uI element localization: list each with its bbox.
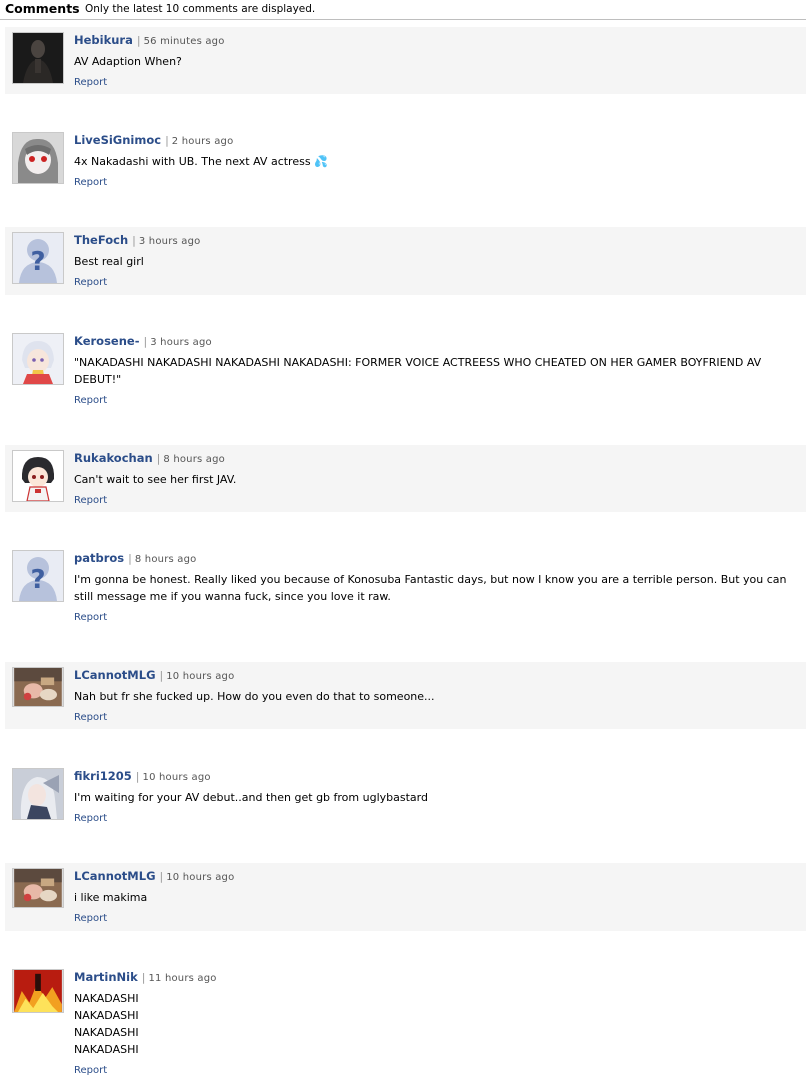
comment-item: Rukakochan | 8 hours ago Can't wait to see… <box>5 445 806 512</box>
comment-item: Kerosene- | 3 hours ago "NAKADASHI NAKADAS… <box>5 328 806 412</box>
comment-line: NAKADASHI <box>74 1043 139 1056</box>
comment-meta: LCannotMLG | 10 hours ago <box>74 668 800 684</box>
food-scene-avatar[interactable] <box>12 667 64 707</box>
comment-meta: Rukakochan | 8 hours ago <box>74 451 800 467</box>
svg-text:?: ? <box>30 565 45 595</box>
red-fire-scene-avatar[interactable] <box>12 969 64 1013</box>
comment-time: 10 hours ago <box>166 671 235 682</box>
meta-separator: | <box>128 552 132 565</box>
comment-time: 3 hours ago <box>150 337 212 348</box>
meta-separator: | <box>135 770 140 783</box>
comment-text: AV Adaption When? <box>74 53 800 70</box>
username-link[interactable]: LCannotMLG <box>74 869 156 883</box>
comment-time: 56 minutes ago <box>143 36 225 47</box>
meta-separator: | <box>132 234 136 247</box>
comments-header: Comments Only the latest 10 comments are… <box>0 0 806 20</box>
username-link[interactable]: fikri1205 <box>74 769 132 783</box>
comment-item: fikri1205 | 10 hours ago I'm waiting for y… <box>5 763 806 830</box>
comment-line: AV Adaption When? <box>74 55 182 68</box>
report-link[interactable]: Report <box>74 612 107 623</box>
report-link[interactable]: Report <box>74 495 107 506</box>
comment-meta: fikri1205 | 10 hours ago <box>74 769 800 785</box>
comment-line: Can't wait to see her first JAV. <box>74 473 237 486</box>
comment-line: 4x Nakadashi with UB. The next AV actres… <box>74 155 328 168</box>
meta-separator: | <box>143 335 148 348</box>
comment-time: 8 hours ago <box>163 454 226 465</box>
comment-text: I'm gonna be honest. Really liked you be… <box>74 571 800 605</box>
comment-line: NAKADASHI <box>74 1009 139 1022</box>
username-link[interactable]: MartinNik <box>74 970 138 984</box>
username-link[interactable]: TheFoch <box>74 233 128 247</box>
comment-text: 4x Nakadashi with UB. The next AV actres… <box>74 153 800 170</box>
comment-item: ? patbros | 8 hours ago I'm gonna be hones… <box>5 545 806 629</box>
comment-text: NAKADASHI NAKADASHI NAKADASHI NAKADASHI <box>74 990 800 1058</box>
comment-meta: Hebikura | 56 minutes ago <box>74 33 800 49</box>
comment-time: 10 hours ago <box>166 872 235 883</box>
comment-item: Hebikura | 56 minutes ago AV Adaption When… <box>5 27 806 94</box>
default-question-avatar[interactable]: ? <box>12 550 64 602</box>
meta-separator: | <box>156 452 161 465</box>
comment-line: Best real girl <box>74 255 144 268</box>
comments-note: Only the latest 10 comments are displaye… <box>85 3 316 15</box>
report-link[interactable]: Report <box>74 1065 107 1076</box>
comment-text: I'm waiting for your AV debut..and then … <box>74 789 800 806</box>
report-link[interactable]: Report <box>74 813 107 824</box>
comment-meta: TheFoch | 3 hours ago <box>74 233 800 249</box>
meta-separator: | <box>141 971 146 984</box>
report-link[interactable]: Report <box>74 177 107 188</box>
comment-time: 11 hours ago <box>148 973 217 984</box>
comment-text: "NAKADASHI NAKADASHI NAKADASHI NAKADASHI… <box>74 354 800 388</box>
comment-text: Best real girl <box>74 253 800 270</box>
meta-separator: | <box>136 34 141 47</box>
username-link[interactable]: patbros <box>74 551 124 565</box>
comment-text: Can't wait to see her first JAV. <box>74 471 800 488</box>
report-link[interactable]: Report <box>74 277 107 288</box>
svg-text:?: ? <box>30 247 45 277</box>
food-scene-avatar[interactable] <box>12 868 64 908</box>
username-link[interactable]: Rukakochan <box>74 451 153 465</box>
chibi-girl-avatar[interactable] <box>12 450 64 502</box>
comment-meta: Kerosene- | 3 hours ago <box>74 334 800 350</box>
comment-line: I'm gonna be honest. Really liked you be… <box>74 573 787 603</box>
anime-white-hair-avatar[interactable] <box>12 333 64 385</box>
silver-hair-avatar[interactable] <box>12 768 64 820</box>
report-link[interactable]: Report <box>74 395 107 406</box>
report-link[interactable]: Report <box>74 712 107 723</box>
comment-line: i like makima <box>74 891 148 904</box>
comment-line: I'm waiting for your AV debut..and then … <box>74 791 428 804</box>
comment-item: LCannotMLG | 10 hours ago i like makima Re… <box>5 863 806 931</box>
anime-girl-red-eyes-avatar[interactable] <box>12 132 64 184</box>
default-question-avatar[interactable]: ? <box>12 232 64 284</box>
comment-line: NAKADASHI <box>74 992 139 1005</box>
comment-time: 3 hours ago <box>138 236 201 247</box>
comment-time: 2 hours ago <box>171 136 234 147</box>
comment-time: 8 hours ago <box>134 554 197 565</box>
report-link[interactable]: Report <box>74 913 107 924</box>
meta-separator: | <box>159 669 164 682</box>
comment-meta: LiveSiGnimoc | 2 hours ago <box>74 133 800 149</box>
comment-meta: patbros | 8 hours ago <box>74 551 800 567</box>
comment-time: 10 hours ago <box>142 772 211 783</box>
dark-figure-avatar[interactable] <box>12 32 64 84</box>
username-link[interactable]: LiveSiGnimoc <box>74 133 161 147</box>
comment-meta: MartinNik | 11 hours ago <box>74 970 800 986</box>
comment-line: "NAKADASHI NAKADASHI NAKADASHI NAKADASHI… <box>74 356 762 386</box>
comment-text: Nah but fr she fucked up. How do you eve… <box>74 688 800 705</box>
comment-item: LCannotMLG | 10 hours ago Nah but fr she f… <box>5 662 806 729</box>
meta-separator: | <box>165 134 169 147</box>
meta-separator: | <box>159 870 164 883</box>
comment-meta: LCannotMLG | 10 hours ago <box>74 869 800 885</box>
report-link[interactable]: Report <box>74 77 107 88</box>
comment-item: LiveSiGnimoc | 2 hours ago 4x Nakadashi wi… <box>5 127 806 194</box>
comment-line: Nah but fr she fucked up. How do you eve… <box>74 690 435 703</box>
comment-item: ? TheFoch | 3 hours ago Best real girl Rep… <box>5 227 806 295</box>
comment-text: i like makima <box>74 889 800 906</box>
comments-title: Comments <box>5 1 80 16</box>
username-link[interactable]: Hebikura <box>74 33 133 47</box>
comment-item: MartinNik | 11 hours ago NAKADASHI NAKADAS… <box>5 964 806 1082</box>
username-link[interactable]: Kerosene- <box>74 334 140 348</box>
username-link[interactable]: LCannotMLG <box>74 668 156 682</box>
comment-line: NAKADASHI <box>74 1026 139 1039</box>
